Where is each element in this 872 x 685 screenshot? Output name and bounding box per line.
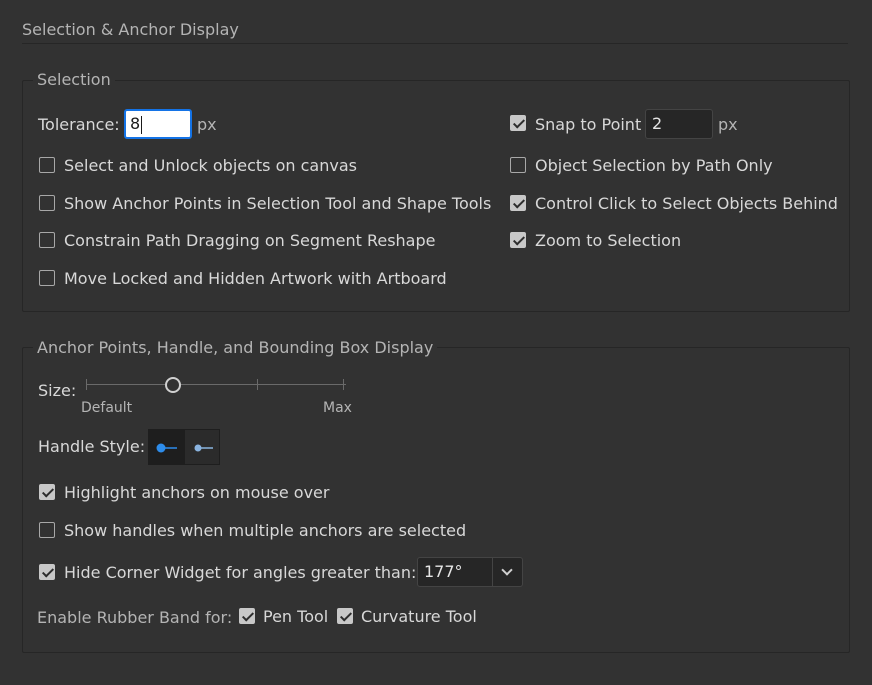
hide-corner-widget-checkbox[interactable] [39, 564, 55, 580]
anchor-legend: Anchor Points, Handle, and Bounding Box … [33, 338, 438, 358]
handle-style-hollow-button[interactable] [184, 429, 220, 465]
rubber-band-label: Enable Rubber Band for: [37, 608, 233, 627]
size-label: Size: [38, 381, 77, 400]
snap-to-point-checkbox[interactable] [510, 115, 526, 131]
move-locked-checkbox[interactable] [39, 270, 55, 286]
tolerance-input[interactable]: 8 [124, 109, 192, 139]
slider-track [86, 384, 346, 385]
show-handles-label: Show handles when multiple anchors are s… [64, 521, 467, 540]
tolerance-label: Tolerance: [38, 115, 120, 134]
tolerance-unit: px [197, 115, 217, 134]
chevron-down-icon [501, 564, 513, 576]
corner-angle-dropdown[interactable]: 177° [417, 557, 523, 587]
curvature-tool-label: Curvature Tool [361, 607, 477, 626]
hide-corner-widget-label: Hide Corner Widget for angles greater th… [64, 563, 417, 582]
object-selection-path-label: Object Selection by Path Only [535, 156, 773, 175]
constrain-path-label: Constrain Path Dragging on Segment Resha… [64, 231, 436, 250]
tolerance-value: 8 [130, 114, 141, 133]
corner-angle-value: 177° [424, 562, 463, 581]
select-unlock-checkbox[interactable] [39, 157, 55, 173]
object-selection-path-checkbox[interactable] [510, 157, 526, 173]
control-click-checkbox[interactable] [510, 195, 526, 211]
handle-solid-icon [156, 443, 177, 453]
snap-to-point-label: Snap to Point [535, 115, 642, 134]
curvature-tool-checkbox[interactable] [337, 608, 353, 624]
slider-tick [86, 379, 87, 390]
select-unlock-label: Select and Unlock objects on canvas [64, 156, 357, 175]
handle-style-label: Handle Style: [38, 437, 146, 456]
snap-to-point-input[interactable]: 2 [645, 109, 713, 139]
show-handles-checkbox[interactable] [39, 522, 55, 538]
slider-knob[interactable] [165, 377, 181, 393]
slider-min-label: Default [81, 400, 133, 416]
pen-tool-label: Pen Tool [263, 607, 329, 626]
slider-max-label: Max [323, 400, 352, 416]
highlight-anchors-checkbox[interactable] [39, 484, 55, 500]
handle-style-solid-button[interactable] [148, 429, 184, 465]
pen-tool-checkbox[interactable] [239, 608, 255, 624]
snap-to-point-value: 2 [652, 114, 663, 133]
text-caret [141, 115, 143, 134]
header-divider [22, 43, 848, 44]
zoom-to-selection-label: Zoom to Selection [535, 231, 682, 250]
control-click-label: Control Click to Select Objects Behind [535, 194, 838, 213]
show-anchor-points-label: Show Anchor Points in Selection Tool and… [64, 194, 492, 213]
zoom-to-selection-checkbox[interactable] [510, 232, 526, 248]
show-anchor-points-checkbox[interactable] [39, 195, 55, 211]
slider-tick [257, 379, 258, 390]
dropdown-toggle[interactable] [492, 558, 522, 586]
slider-tick [343, 379, 344, 390]
move-locked-label: Move Locked and Hidden Artwork with Artb… [64, 269, 447, 288]
section-title: Selection & Anchor Display [22, 20, 239, 39]
selection-legend: Selection [33, 70, 115, 90]
handle-hollow-icon [194, 444, 213, 452]
snap-to-point-unit: px [718, 115, 738, 134]
constrain-path-checkbox[interactable] [39, 232, 55, 248]
highlight-anchors-label: Highlight anchors on mouse over [64, 483, 330, 502]
